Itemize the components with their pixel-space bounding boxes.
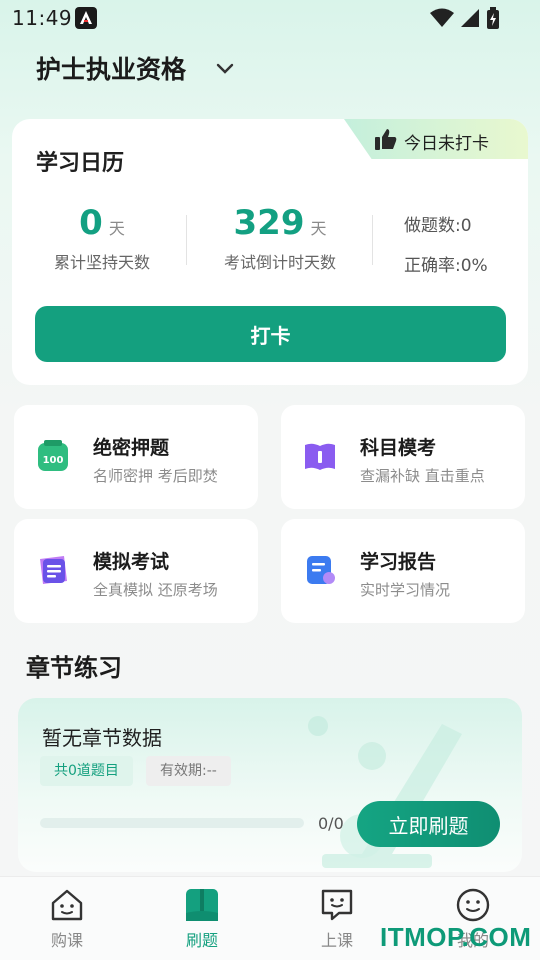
streak-label: 累计坚持天数 [53,253,150,272]
checkin-status-text: 今日未打卡 [404,134,489,154]
countdown-stat: 329 天 考试倒计时天数 [208,203,352,273]
chevron-down-icon[interactable] [216,60,234,79]
wifi-icon [430,8,454,27]
nav-label: 购课 [50,931,83,950]
tile-subtitle: 查漏补缺 直击重点 [360,467,485,485]
tile-title: 科目模考 [360,437,437,459]
house-face-icon [51,889,83,921]
tile-mock-exam[interactable]: 模拟考试 全真模拟 还原考场 [14,519,258,623]
status-time: 11:49 [12,6,73,30]
study-calendar-card: 学习日历 今日未打卡 0天 累计坚持天数 329 天 考试倒计时天数 做题数:0 … [12,119,528,385]
progress-text: 0/0 [318,814,344,833]
tile-subject-mock[interactable]: 科目模考 查漏补缺 直击重点 [281,405,525,509]
question-count-tag: 共0道题目 [40,756,133,786]
start-practice-button[interactable]: 立即刷题 [357,801,500,847]
chapter-empty-title: 暂无章节数据 [42,726,162,750]
streak-value: 0 [79,203,103,243]
accuracy-rate: 正确率:0% [404,256,488,276]
status-icons [430,7,500,29]
nav-label: 刷题 [185,931,218,950]
status-bar: 11:49 [0,0,540,36]
thumbs-up-icon [374,127,398,155]
tile-title: 学习报告 [360,551,437,573]
secret-exam-icon: 100 [36,439,70,473]
tile-subtitle: 名师密押 考后即焚 [93,467,218,485]
app-notification-icon [75,7,97,29]
nav-item-class[interactable]: 上课 [302,887,372,951]
checkin-status-badge: 今日未打卡 [344,119,528,159]
smile-face-icon [456,888,490,922]
checkin-button[interactable]: 打卡 [35,306,506,362]
divider [372,215,373,265]
tile-title: 模拟考试 [93,551,170,573]
report-icon [303,553,337,587]
streak-unit: 天 [108,219,125,238]
countdown-unit: 天 [310,219,327,238]
tile-title: 绝密押题 [93,437,170,459]
chat-face-icon [321,889,353,921]
svg-text:100: 100 [43,455,64,466]
tile-study-report[interactable]: 学习报告 实时学习情况 [281,519,525,623]
open-book-icon [186,889,218,921]
nav-label: 上课 [320,931,353,950]
questions-done: 做题数:0 [404,216,472,236]
tile-secret-questions[interactable]: 100 绝密押题 名师密押 考后即焚 [14,405,258,509]
watermark: ITMOP.COM [380,922,532,952]
validity-tag: 有效期:-- [146,756,231,786]
tile-subtitle: 实时学习情况 [360,581,451,599]
section-title: 章节练习 [26,654,122,682]
book-icon [303,439,337,473]
divider [186,215,187,265]
nav-item-practice[interactable]: 刷题 [167,887,237,951]
streak-stat: 0天 累计坚持天数 [40,203,164,273]
countdown-value: 329 [233,203,305,243]
chapter-practice-card: 暂无章节数据 共0道题目 有效期:-- 0/0 立即刷题 [18,698,522,872]
nav-item-buy-course[interactable]: 购课 [32,887,102,951]
signal-icon [461,9,479,27]
tile-subtitle: 全真模拟 还原考场 [93,581,218,599]
mock-exam-icon [36,553,70,587]
exam-title[interactable]: 护士执业资格 [36,50,186,86]
progress-bar [40,818,304,828]
battery-icon [487,7,499,29]
countdown-label: 考试倒计时天数 [223,253,336,272]
calendar-title: 学习日历 [36,151,125,176]
